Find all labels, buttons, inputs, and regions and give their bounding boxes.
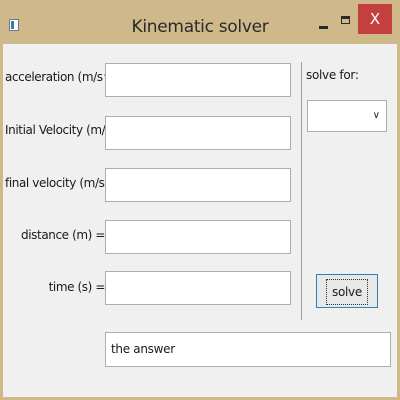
- initial-velocity-input[interactable]: [105, 116, 291, 150]
- distance-label: distance (m) =: [21, 228, 105, 242]
- solve-for-dropdown[interactable]: ∨: [307, 100, 387, 132]
- time-input[interactable]: [105, 271, 291, 305]
- acceleration-input[interactable]: [105, 63, 291, 97]
- maximize-button[interactable]: [336, 12, 358, 32]
- final-velocity-input[interactable]: [105, 168, 291, 202]
- close-button[interactable]: X: [358, 4, 392, 34]
- solve-for-label: solve for:: [306, 68, 359, 82]
- solve-button[interactable]: solve: [316, 274, 378, 308]
- solve-button-label: solve: [326, 279, 368, 305]
- acceleration-label: acceleration (m/s^2) =: [5, 70, 137, 84]
- title-bar[interactable]: Kinematic solver X: [0, 0, 400, 44]
- app-window: Kinematic solver X acceleration (m/s^2) …: [0, 0, 400, 400]
- initial-velocity-label: Initial Velocity (m/s) =: [5, 123, 129, 137]
- final-velocity-label: final velocity (m/s) =: [5, 176, 122, 190]
- vertical-divider: [301, 62, 302, 320]
- answer-field[interactable]: the answer: [105, 332, 391, 367]
- minimize-button[interactable]: [313, 12, 335, 32]
- distance-input[interactable]: [105, 220, 291, 254]
- time-label: time (s) =: [48, 280, 106, 294]
- chevron-down-icon[interactable]: ∨: [373, 110, 380, 121]
- client-area: acceleration (m/s^2) = Initial Velocity …: [3, 44, 397, 397]
